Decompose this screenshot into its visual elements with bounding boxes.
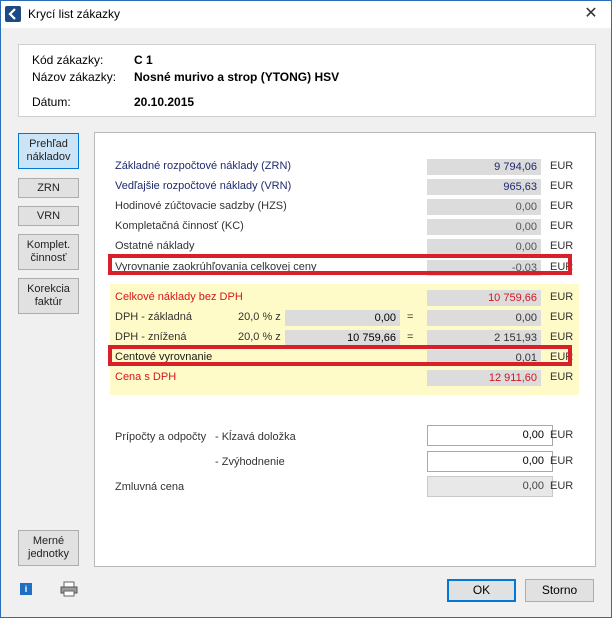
hzs-value: 0,00 [427, 199, 541, 215]
units-button[interactable]: Merné jednotky [18, 530, 79, 566]
printer-icon[interactable] [60, 581, 78, 597]
kc-label: Kompletačná činnosť (KC) [115, 220, 244, 232]
cost-overview-panel: Základné rozpočtové náklady (ZRN) 9 794,… [94, 132, 596, 567]
zrn-button[interactable]: ZRN [18, 178, 79, 198]
vat-reduced-amount: 10 759,66 [285, 330, 400, 346]
window-title: Krycí list zákazky [28, 7, 121, 21]
currency-label: EUR [550, 240, 574, 252]
currency-label: EUR [550, 180, 574, 192]
order-header: Kód zákazky: C 1 Názov zákazky: Nosné mu… [18, 44, 596, 117]
currency-label: EUR [550, 311, 574, 323]
discount-label: - Zvýhodnenie [215, 456, 285, 468]
currency-label: EUR [550, 371, 574, 383]
total-without-vat-label: Celkové náklady bez DPH [115, 291, 243, 303]
vat-reduced-rate: 20,0 % z [238, 331, 281, 343]
vat-reduced-value: 2 151,93 [427, 330, 541, 346]
overview-button[interactable]: Prehľad nákladov [18, 133, 79, 169]
contract-price-label: Zmluvná cena [115, 481, 185, 493]
currency-label: EUR [550, 480, 574, 492]
order-name-label: Názov zákazky: [32, 70, 117, 84]
cent-rounding-highlight [108, 345, 572, 366]
cancel-button[interactable]: Storno [525, 579, 594, 602]
order-date-label: Dátum: [32, 95, 71, 109]
order-code-value: C 1 [134, 53, 153, 67]
rounding-highlight [108, 254, 572, 275]
vat-base-rate: 20,0 % z [238, 311, 281, 323]
info-icon[interactable]: i [20, 583, 32, 595]
sliding-clause-label: - Kĺzavá doložka [215, 431, 296, 443]
currency-label: EUR [550, 291, 574, 303]
total-without-vat-value: 10 759,66 [427, 290, 541, 306]
complete-activity-button[interactable]: Komplet. činnosť [18, 234, 79, 270]
other-costs-label: Ostatné náklady [115, 240, 195, 252]
vat-base-value: 0,00 [427, 310, 541, 326]
back-arrow-icon [5, 6, 21, 22]
order-code-label: Kód zákazky: [32, 53, 104, 67]
currency-label: EUR [550, 429, 574, 441]
contract-price-value: 0,00 [427, 476, 553, 497]
additions-label: Prípočty a odpočty [115, 431, 207, 443]
zrn-value: 9 794,06 [427, 159, 541, 175]
currency-label: EUR [550, 220, 574, 232]
hzs-label: Hodinové zúčtovacie sadzby (HZS) [115, 200, 287, 212]
title-bar: Krycí list zákazky ✕ [1, 1, 611, 28]
currency-label: EUR [550, 160, 574, 172]
vrn-label: Vedľajšie rozpočtové náklady (VRN) [115, 180, 292, 192]
vat-base-label: DPH - základná [115, 311, 193, 323]
currency-label: EUR [550, 455, 574, 467]
vat-base-amount: 0,00 [285, 310, 400, 326]
discount-input[interactable]: 0,00 [427, 451, 553, 472]
price-with-vat-label: Cena s DPH [115, 371, 177, 383]
currency-label: EUR [550, 200, 574, 212]
ok-button[interactable]: OK [447, 579, 516, 602]
vat-reduced-equals: = [407, 331, 414, 343]
currency-label: EUR [550, 331, 574, 343]
order-name-value: Nosné murivo a strop (YTONG) HSV [134, 70, 340, 84]
zrn-label: Základné rozpočtové náklady (ZRN) [115, 160, 292, 172]
price-with-vat-value: 12 911,60 [427, 370, 541, 386]
vat-reduced-label: DPH - znížená [115, 331, 187, 343]
invoice-correction-button[interactable]: Korekcia faktúr [18, 278, 79, 314]
sliding-clause-input[interactable]: 0,00 [427, 425, 553, 446]
kc-value: 0,00 [427, 219, 541, 235]
vrn-button[interactable]: VRN [18, 206, 79, 226]
vrn-value: 965,63 [427, 179, 541, 195]
vat-base-equals: = [407, 311, 414, 323]
other-costs-value: 0,00 [427, 239, 541, 255]
dialog-window: Krycí list zákazky ✕ Kód zákazky: C 1 Ná… [0, 0, 612, 618]
order-date-value: 20.10.2015 [134, 95, 195, 109]
close-icon[interactable]: ✕ [581, 4, 601, 24]
